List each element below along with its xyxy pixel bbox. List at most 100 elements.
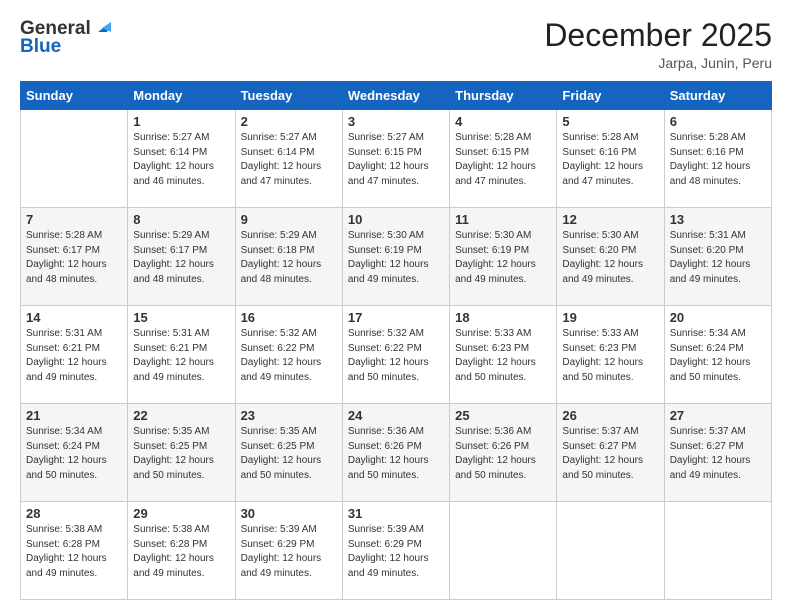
calendar-cell: 18Sunrise: 5:33 AM Sunset: 6:23 PM Dayli… xyxy=(450,306,557,404)
calendar-week-5: 28 Sunrise: 5:38 AM Sunset: 6:28 PM Dayli… xyxy=(21,502,772,600)
day-number: 11 xyxy=(455,212,551,227)
day-info: Sunrise: 5:28 AM Sunset: 6:16 PM Dayligh… xyxy=(562,131,658,189)
calendar-cell: 3 Sunrise: 5:27 AM Sunset: 6:15 PM Daylig… xyxy=(342,110,449,208)
day-number: 1 xyxy=(133,114,229,129)
col-header-wednesday: Wednesday xyxy=(342,82,449,110)
calendar-cell: 26 Sunrise: 5:37 AM Sunset: 6:27 PM Dayli… xyxy=(557,404,664,502)
calendar-week-1: 1 Sunrise: 5:27 AM Sunset: 6:14 PM Daylig… xyxy=(21,110,772,208)
calendar-header-row: SundayMondayTuesdayWednesdayThursdayFrid… xyxy=(21,82,772,110)
calendar-cell: 23Sunrise: 5:35 AM Sunset: 6:25 PM Dayli… xyxy=(235,404,342,502)
day-info: Sunrise: 5:34 AM Sunset: 6:24 PM Dayligh… xyxy=(26,425,122,483)
calendar-cell: 24 Sunrise: 5:36 AM Sunset: 6:26 PM Dayli… xyxy=(342,404,449,502)
day-info: Sunrise: 5:34 AM Sunset: 6:24 PM Dayligh… xyxy=(670,327,766,385)
day-info: Sunrise: 5:37 AM Sunset: 6:27 PM Dayligh… xyxy=(670,425,766,483)
calendar-week-2: 7 Sunrise: 5:28 AM Sunset: 6:17 PM Daylig… xyxy=(21,208,772,306)
day-info: Sunrise: 5:30 AM Sunset: 6:20 PM Dayligh… xyxy=(562,229,658,287)
calendar-cell: 12Sunrise: 5:30 AM Sunset: 6:20 PM Dayli… xyxy=(557,208,664,306)
page: General Blue December 2025 Jarpa, Junin,… xyxy=(0,0,792,612)
calendar-cell: 9Sunrise: 5:29 AM Sunset: 6:18 PM Daylig… xyxy=(235,208,342,306)
col-header-thursday: Thursday xyxy=(450,82,557,110)
day-number: 7 xyxy=(26,212,122,227)
day-number: 22 xyxy=(133,408,229,423)
day-number: 18 xyxy=(455,310,551,325)
day-number: 5 xyxy=(562,114,658,129)
day-number: 23 xyxy=(241,408,337,423)
day-number: 17 xyxy=(348,310,444,325)
day-number: 27 xyxy=(670,408,766,423)
day-number: 10 xyxy=(348,212,444,227)
calendar-cell: 1 Sunrise: 5:27 AM Sunset: 6:14 PM Daylig… xyxy=(128,110,235,208)
calendar-cell: 21 Sunrise: 5:34 AM Sunset: 6:24 PM Dayli… xyxy=(21,404,128,502)
header: General Blue December 2025 Jarpa, Junin,… xyxy=(20,18,772,71)
calendar-cell: 27 Sunrise: 5:37 AM Sunset: 6:27 PM Dayli… xyxy=(664,404,771,502)
day-info: Sunrise: 5:30 AM Sunset: 6:19 PM Dayligh… xyxy=(455,229,551,287)
day-number: 29 xyxy=(133,506,229,521)
day-number: 21 xyxy=(26,408,122,423)
col-header-tuesday: Tuesday xyxy=(235,82,342,110)
calendar-cell: 31 Sunrise: 5:39 AM Sunset: 6:29 PM Dayli… xyxy=(342,502,449,600)
day-number: 25 xyxy=(455,408,551,423)
calendar-cell: 2Sunrise: 5:27 AM Sunset: 6:14 PM Daylig… xyxy=(235,110,342,208)
calendar-cell: 13 Sunrise: 5:31 AM Sunset: 6:20 PM Dayli… xyxy=(664,208,771,306)
day-info: Sunrise: 5:27 AM Sunset: 6:15 PM Dayligh… xyxy=(348,131,444,189)
day-info: Sunrise: 5:31 AM Sunset: 6:21 PM Dayligh… xyxy=(133,327,229,385)
day-info: Sunrise: 5:39 AM Sunset: 6:29 PM Dayligh… xyxy=(241,523,337,581)
calendar-cell xyxy=(664,502,771,600)
col-header-monday: Monday xyxy=(128,82,235,110)
calendar-cell xyxy=(557,502,664,600)
calendar-cell: 16 Sunrise: 5:32 AM Sunset: 6:22 PM Dayli… xyxy=(235,306,342,404)
calendar-cell: 8 Sunrise: 5:29 AM Sunset: 6:17 PM Daylig… xyxy=(128,208,235,306)
day-number: 2 xyxy=(241,114,337,129)
col-header-sunday: Sunday xyxy=(21,82,128,110)
calendar-cell: 30 Sunrise: 5:39 AM Sunset: 6:29 PM Dayli… xyxy=(235,502,342,600)
calendar-cell: 15 Sunrise: 5:31 AM Sunset: 6:21 PM Dayli… xyxy=(128,306,235,404)
day-info: Sunrise: 5:36 AM Sunset: 6:26 PM Dayligh… xyxy=(455,425,551,483)
day-number: 31 xyxy=(348,506,444,521)
day-info: Sunrise: 5:31 AM Sunset: 6:20 PM Dayligh… xyxy=(670,229,766,287)
day-info: Sunrise: 5:39 AM Sunset: 6:29 PM Dayligh… xyxy=(348,523,444,581)
calendar-cell: 7 Sunrise: 5:28 AM Sunset: 6:17 PM Daylig… xyxy=(21,208,128,306)
calendar-cell: 19Sunrise: 5:33 AM Sunset: 6:23 PM Dayli… xyxy=(557,306,664,404)
day-number: 19 xyxy=(562,310,658,325)
col-header-saturday: Saturday xyxy=(664,82,771,110)
day-number: 30 xyxy=(241,506,337,521)
day-info: Sunrise: 5:28 AM Sunset: 6:17 PM Dayligh… xyxy=(26,229,122,287)
calendar-cell: 14Sunrise: 5:31 AM Sunset: 6:21 PM Dayli… xyxy=(21,306,128,404)
day-number: 28 xyxy=(26,506,122,521)
calendar-week-3: 14Sunrise: 5:31 AM Sunset: 6:21 PM Dayli… xyxy=(21,306,772,404)
day-number: 13 xyxy=(670,212,766,227)
calendar-cell: 10 Sunrise: 5:30 AM Sunset: 6:19 PM Dayli… xyxy=(342,208,449,306)
day-number: 4 xyxy=(455,114,551,129)
col-header-friday: Friday xyxy=(557,82,664,110)
day-number: 3 xyxy=(348,114,444,129)
day-info: Sunrise: 5:36 AM Sunset: 6:26 PM Dayligh… xyxy=(348,425,444,483)
calendar-cell: 25 Sunrise: 5:36 AM Sunset: 6:26 PM Dayli… xyxy=(450,404,557,502)
day-info: Sunrise: 5:31 AM Sunset: 6:21 PM Dayligh… xyxy=(26,327,122,385)
day-info: Sunrise: 5:30 AM Sunset: 6:19 PM Dayligh… xyxy=(348,229,444,287)
calendar-cell: 20 Sunrise: 5:34 AM Sunset: 6:24 PM Dayli… xyxy=(664,306,771,404)
day-number: 8 xyxy=(133,212,229,227)
day-info: Sunrise: 5:32 AM Sunset: 6:22 PM Dayligh… xyxy=(241,327,337,385)
day-info: Sunrise: 5:29 AM Sunset: 6:17 PM Dayligh… xyxy=(133,229,229,287)
calendar-week-4: 21 Sunrise: 5:34 AM Sunset: 6:24 PM Dayli… xyxy=(21,404,772,502)
day-number: 16 xyxy=(241,310,337,325)
day-number: 20 xyxy=(670,310,766,325)
day-number: 24 xyxy=(348,408,444,423)
calendar-cell: 17 Sunrise: 5:32 AM Sunset: 6:22 PM Dayli… xyxy=(342,306,449,404)
title-block: December 2025 Jarpa, Junin, Peru xyxy=(544,18,772,71)
day-info: Sunrise: 5:28 AM Sunset: 6:15 PM Dayligh… xyxy=(455,131,551,189)
day-info: Sunrise: 5:37 AM Sunset: 6:27 PM Dayligh… xyxy=(562,425,658,483)
day-info: Sunrise: 5:35 AM Sunset: 6:25 PM Dayligh… xyxy=(133,425,229,483)
calendar-cell: 22 Sunrise: 5:35 AM Sunset: 6:25 PM Dayli… xyxy=(128,404,235,502)
logo-blue: Blue xyxy=(20,36,61,58)
logo-bird-icon xyxy=(93,18,111,36)
calendar-table: SundayMondayTuesdayWednesdayThursdayFrid… xyxy=(20,81,772,600)
day-info: Sunrise: 5:38 AM Sunset: 6:28 PM Dayligh… xyxy=(26,523,122,581)
day-info: Sunrise: 5:32 AM Sunset: 6:22 PM Dayligh… xyxy=(348,327,444,385)
calendar-cell xyxy=(21,110,128,208)
calendar-cell: 28 Sunrise: 5:38 AM Sunset: 6:28 PM Dayli… xyxy=(21,502,128,600)
day-info: Sunrise: 5:27 AM Sunset: 6:14 PM Dayligh… xyxy=(133,131,229,189)
day-number: 15 xyxy=(133,310,229,325)
logo: General Blue xyxy=(20,18,111,58)
day-number: 26 xyxy=(562,408,658,423)
